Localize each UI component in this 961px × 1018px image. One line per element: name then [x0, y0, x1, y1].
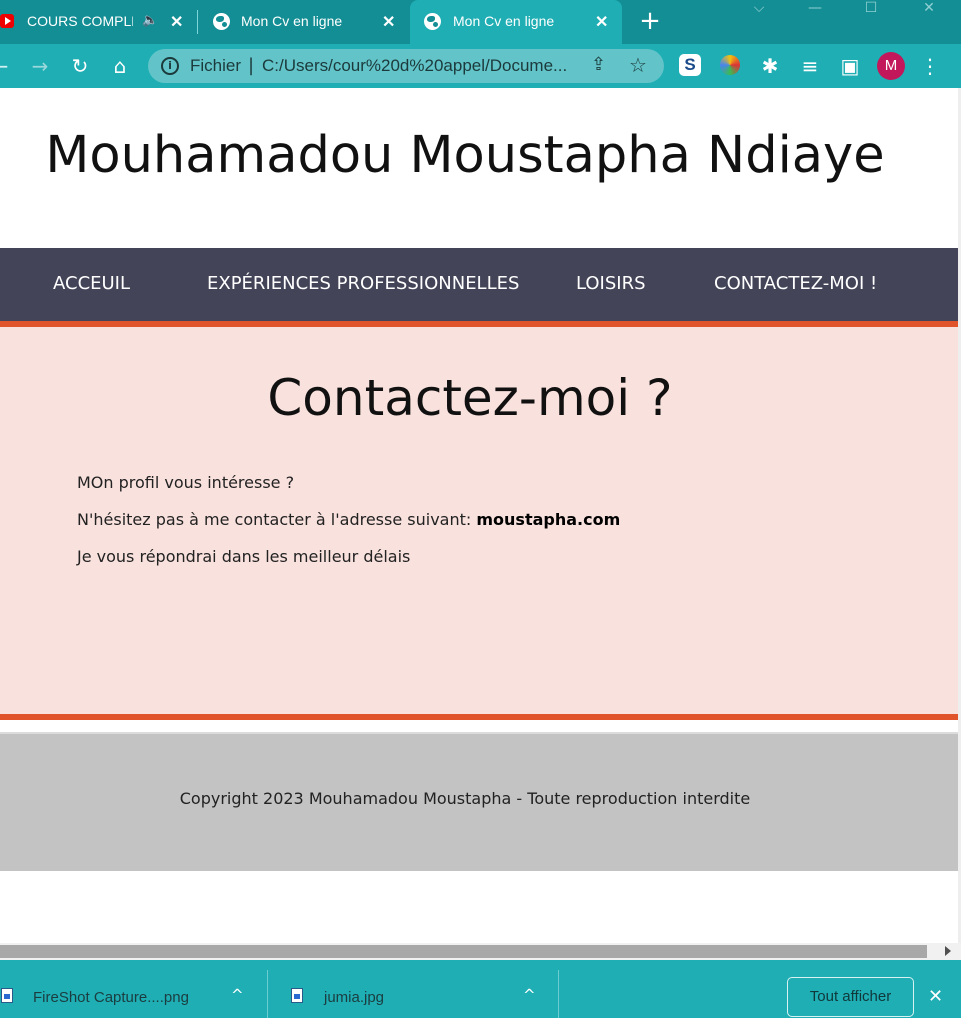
copyright-text: Copyright 2023 Mouhamadou Moustapha - To…: [179, 789, 751, 808]
home-icon[interactable]: ⌂: [108, 54, 132, 78]
nav-item-accueil[interactable]: ACCEUIL: [53, 273, 130, 294]
download-filename: FireShot Capture....png: [33, 989, 189, 1006]
contact-email: moustapha.com: [476, 510, 621, 529]
site-title: Mouhamadou Moustapha Ndiaye: [45, 126, 885, 185]
reload-icon[interactable]: ↻: [68, 54, 92, 78]
back-arrow-icon[interactable]: ←: [0, 54, 12, 78]
contact-line-1: MOn profil vous intéresse ?: [77, 473, 295, 492]
close-tab-icon[interactable]: ✕: [595, 12, 608, 32]
tab-strip: COURS COMPLE 🔈 ✕ Mon Cv en ligne ✕ Mon C…: [0, 0, 961, 44]
close-download-bar-icon[interactable]: ✕: [928, 986, 943, 1007]
contact-heading: Contactez-moi ?: [267, 369, 673, 427]
contact-line-2-text: N'hésitez pas à me contacter à l'adresse…: [77, 510, 477, 529]
tab-title: COURS COMPLE: [27, 13, 133, 29]
tab-cv-1[interactable]: Mon Cv en ligne ✕: [200, 0, 408, 44]
youtube-icon: [0, 14, 14, 28]
s-extension-icon[interactable]: S: [679, 54, 701, 76]
nav-item-loisirs[interactable]: LOISIRS: [576, 273, 646, 294]
chevron-up-icon[interactable]: ^: [231, 986, 244, 1004]
download-item[interactable]: FireShot Capture....png ^: [0, 960, 266, 1018]
download-separator: [558, 970, 559, 1018]
url-scheme-label: Fichier: [190, 56, 242, 75]
contact-line-3: Je vous répondrai dans les meilleur déla…: [77, 547, 411, 566]
file-icon: [291, 988, 303, 1003]
scrollbar-thumb[interactable]: [0, 945, 927, 958]
chevron-up-icon[interactable]: ^: [523, 986, 536, 1004]
browser-toolbar: ← → ↻ ⌂ i Fichier | C:/Users/cour%20d%20…: [0, 44, 961, 88]
url-text[interactable]: C:/Users/cour%20d%20appel/Docume...: [262, 56, 567, 76]
close-tab-icon[interactable]: ✕: [382, 12, 395, 32]
tab-title: Mon Cv en ligne: [453, 13, 555, 29]
download-bar: FireShot Capture....png ^ jumia.jpg ^ To…: [0, 960, 961, 1018]
audio-icon[interactable]: 🔈: [142, 12, 158, 28]
close-tab-icon[interactable]: ✕: [170, 12, 183, 32]
contact-line-2: N'hésitez pas à me contacter à l'adresse…: [77, 510, 620, 529]
show-all-downloads-button[interactable]: Tout afficher: [787, 977, 914, 1017]
nav-item-experiences[interactable]: EXPÉRIENCES PROFESSIONNELLES: [207, 273, 519, 294]
horizontal-scrollbar[interactable]: [0, 943, 961, 960]
scroll-right-arrow-icon[interactable]: [945, 946, 951, 956]
color-extension-icon[interactable]: [720, 55, 740, 75]
tab-cv-active[interactable]: Mon Cv en ligne ✕: [410, 0, 622, 44]
globe-icon: [213, 13, 230, 30]
minimize-button[interactable]: —: [800, 0, 830, 20]
bookmark-star-icon[interactable]: ☆: [629, 53, 647, 77]
globe-icon: [424, 13, 441, 30]
new-tab-button[interactable]: +: [639, 8, 661, 34]
forward-arrow-icon[interactable]: →: [28, 54, 52, 78]
window-close-button[interactable]: ✕: [914, 0, 944, 20]
tab-title: Mon Cv en ligne: [241, 13, 343, 29]
tab-separator: [197, 10, 198, 34]
address-bar[interactable]: i Fichier | C:/Users/cour%20d%20appel/Do…: [148, 49, 664, 83]
url-separator: |: [248, 55, 255, 76]
contact-section: Contactez-moi ? MOn profil vous intéress…: [0, 327, 958, 715]
share-icon[interactable]: ⇪: [591, 54, 606, 75]
tab-search-icon[interactable]: ⌵: [744, 0, 774, 20]
tab-youtube[interactable]: COURS COMPLE 🔈 ✕: [0, 0, 195, 44]
side-panel-icon[interactable]: ▣: [838, 54, 862, 78]
profile-avatar[interactable]: M: [877, 52, 905, 80]
file-icon: [1, 988, 13, 1003]
kebab-menu-icon[interactable]: ⋮: [918, 54, 942, 78]
web-page: Mouhamadou Moustapha Ndiaye ACCEUIL EXPÉ…: [0, 88, 961, 871]
main-navigation: ACCEUIL EXPÉRIENCES PROFESSIONNELLES LOI…: [0, 248, 958, 321]
info-icon[interactable]: i: [161, 57, 179, 75]
extensions-puzzle-icon[interactable]: ✱: [758, 54, 782, 78]
download-item[interactable]: jumia.jpg ^: [268, 960, 558, 1018]
download-filename: jumia.jpg: [324, 989, 385, 1006]
site-footer: Copyright 2023 Mouhamadou Moustapha - To…: [0, 734, 958, 871]
accent-divider-bottom: [0, 714, 958, 720]
nav-item-contact[interactable]: CONTACTEZ-MOI !: [714, 273, 877, 294]
maximize-button[interactable]: ☐: [856, 0, 886, 20]
site-header: Mouhamadou Moustapha Ndiaye: [0, 88, 961, 248]
media-control-icon[interactable]: ≡: [798, 54, 822, 78]
